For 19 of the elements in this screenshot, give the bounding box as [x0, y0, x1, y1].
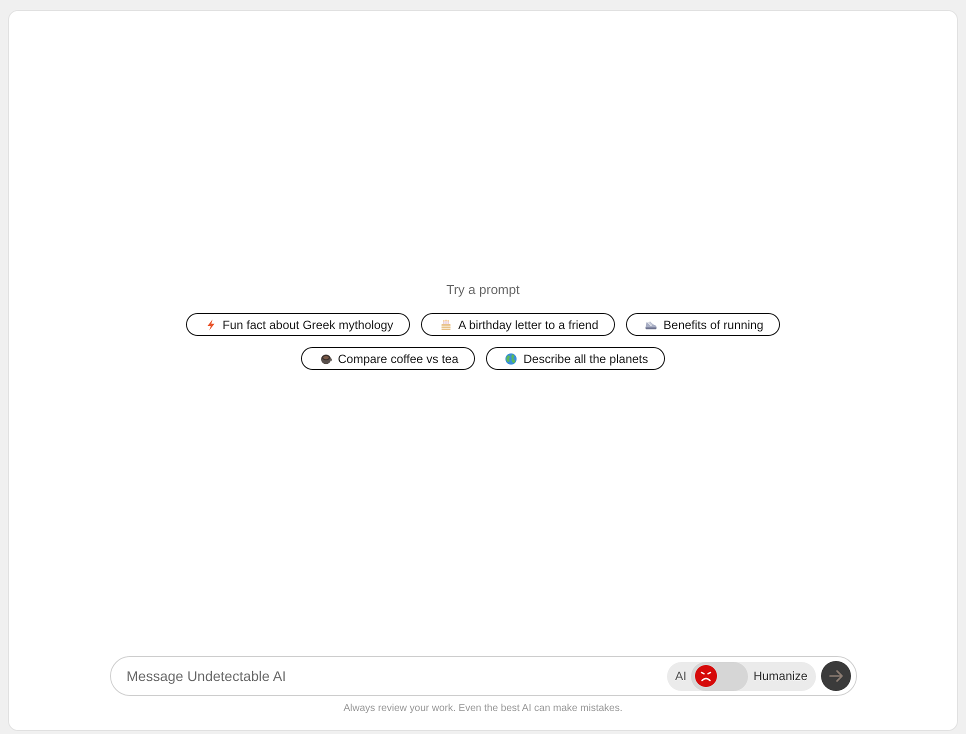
cake-icon [440, 318, 452, 330]
send-button[interactable] [820, 661, 850, 691]
coffee-cup-icon [320, 352, 332, 364]
prompt-chip[interactable]: Benefits of running [626, 313, 780, 336]
prompt-chip[interactable]: Fun fact about Greek mythology [186, 313, 410, 336]
mode-switch[interactable] [691, 662, 748, 690]
arrow-right-icon [828, 668, 844, 684]
message-input[interactable]: Message Undetectable AI [126, 665, 662, 687]
lightning-bolt-icon [204, 318, 217, 330]
prompt-chip[interactable]: Describe all the planets [486, 347, 666, 370]
sneaker-icon [645, 318, 658, 330]
disclaimer-text: Always review your work. Even the best AI can make mistakes. [344, 703, 622, 715]
prompt-chip[interactable]: Compare coffee vs tea [300, 347, 476, 370]
humanize-mode-label: Humanize [753, 669, 808, 683]
message-composer[interactable]: Message Undetectable AI AI Humanize [110, 656, 856, 696]
prompt-heading: Try a prompt [446, 282, 520, 298]
ai-mode-label: AI [675, 669, 686, 683]
globe-icon [505, 352, 518, 364]
prompt-chip[interactable]: A birthday letter to a friend [421, 313, 616, 336]
